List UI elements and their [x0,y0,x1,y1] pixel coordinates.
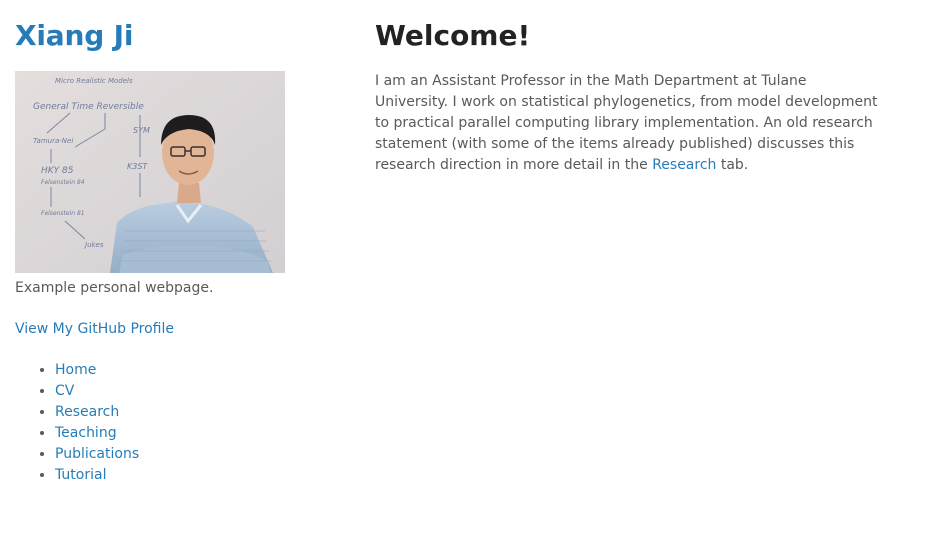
svg-text:SYM: SYM [133,126,150,135]
nav-link-cv[interactable]: CV [55,383,74,399]
nav-link-tutorial[interactable]: Tutorial [55,467,106,483]
nav-link-teaching[interactable]: Teaching [55,425,117,441]
sidebar: Xiang Ji Micro Realistic Models General … [15,18,295,483]
nav-item-cv: CV [55,381,139,402]
nav-item-tutorial: Tutorial [55,465,139,486]
intro-suffix: tab. [716,157,749,173]
intro-paragraph: I am an Assistant Professor in the Math … [375,71,880,176]
intro-text: I am an Assistant Professor in the Math … [375,73,878,173]
github-profile-link[interactable]: View My GitHub Profile [15,319,174,340]
svg-text:General Time Reversible: General Time Reversible [33,102,144,112]
svg-text:K3ST: K3ST [127,162,148,171]
main-content: Welcome! I am an Assistant Professor in … [375,18,880,173]
svg-text:Jukes: Jukes [83,241,104,249]
nav-item-home: Home [55,360,139,381]
page-title: Welcome! [375,19,531,52]
svg-text:Felsenstein 81: Felsenstein 81 [41,210,85,217]
nav-link-publications[interactable]: Publications [55,446,139,462]
nav-item-publications: Publications [55,444,139,465]
svg-text:Felsenstein 84: Felsenstein 84 [41,179,85,186]
nav-link-research[interactable]: Research [55,404,119,420]
nav-link-home[interactable]: Home [55,362,96,378]
research-link[interactable]: Research [652,157,716,173]
svg-text:HKY 85: HKY 85 [41,166,74,176]
nav-item-teaching: Teaching [55,423,139,444]
svg-text:Micro Realistic Models: Micro Realistic Models [55,77,133,85]
svg-text:Tamura-Nei: Tamura-Nei [33,137,73,145]
profile-photo: Micro Realistic Models General Time Reve… [15,71,285,273]
photo-caption: Example personal webpage. [15,280,214,296]
nav-item-research: Research [55,402,139,423]
site-title[interactable]: Xiang Ji [15,18,295,54]
nav-list: Home CV Research Teaching Publications T… [15,360,139,486]
